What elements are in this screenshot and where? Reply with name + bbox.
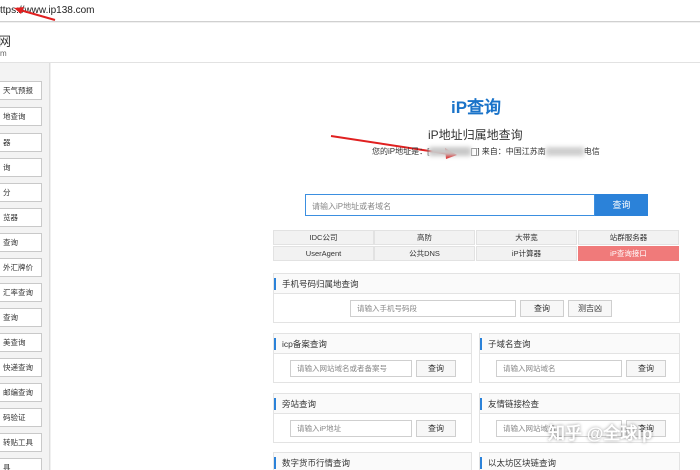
subdomain-panel: 子域名查询 请输入网站域名 查询 <box>479 333 680 383</box>
ip-search-button[interactable]: 查询 <box>595 194 648 216</box>
sidebar-item[interactable]: 览器 <box>0 208 42 227</box>
ip-search-input[interactable]: 请输入iP地址或者域名 <box>305 194 595 216</box>
sidebar-item[interactable]: 邮编查询 <box>0 383 42 402</box>
sidebar-item[interactable]: 查询 <box>0 233 42 252</box>
phone-query-button[interactable]: 查询 <box>520 300 564 317</box>
blurred-location <box>545 147 584 157</box>
icp-query-button[interactable]: 查询 <box>416 360 456 377</box>
sidebar-item[interactable]: 快递查询 <box>0 358 42 377</box>
phone-lookup-panel: 手机号码归属地查询 请输入手机号码段 查询 测吉凶 <box>273 273 680 323</box>
nav-link[interactable]: IDC公司 <box>273 230 374 245</box>
icp-input[interactable]: 请输入网站域名或者备案号 <box>290 360 412 377</box>
address-bar[interactable]: ttps://www.ip138.com <box>0 0 700 22</box>
nav-link[interactable]: 大带宽 <box>476 230 577 245</box>
sidebar-item[interactable]: 查询 <box>0 308 42 327</box>
red-arrow-icon <box>14 7 56 21</box>
panel-title: 手机号码归属地查询 <box>274 274 679 294</box>
side-site-query-button[interactable]: 查询 <box>416 420 456 437</box>
sidebar-item[interactable]: 码验证 <box>0 408 42 427</box>
side-site-panel: 旁站查询 请输入iP地址 查询 <box>273 393 472 443</box>
phone-input[interactable]: 请输入手机号码段 <box>350 300 516 317</box>
nav-grid: IDC公司 高防 大带宽 站群服务器 UserAgent 公共DNS iP计算器… <box>273 230 680 262</box>
panel-title: 旁站查询 <box>274 394 471 414</box>
nav-link[interactable]: iP计算器 <box>476 246 577 261</box>
panel-title: 子域名查询 <box>480 334 679 354</box>
panel-title: 友情链接检查 <box>480 394 679 414</box>
sidebar-item[interactable]: 转贴工具 <box>0 433 42 452</box>
sidebar-item[interactable]: 具 <box>0 458 42 470</box>
nav-link[interactable]: 站群服务器 <box>578 230 679 245</box>
sidebar-item[interactable]: 器 <box>0 133 42 152</box>
sidebar-item[interactable]: 地查询 <box>0 107 42 126</box>
eth-panel: 以太坊区块链查询 <box>479 452 680 470</box>
panel-title: icp备案查询 <box>274 334 471 354</box>
nav-link-active[interactable]: iP查询接口 <box>578 246 679 261</box>
screenshot: ttps://www.ip138.com 网 m 天气预报 地查询 器 询 分 … <box>0 0 700 470</box>
sidebar-item[interactable]: 分 <box>0 183 42 202</box>
panel-title: 以太坊区块链查询 <box>480 453 679 470</box>
site-logo[interactable]: 网 <box>0 31 11 50</box>
side-site-input[interactable]: 请输入iP地址 <box>290 420 412 437</box>
watermark-text: 知乎 @全球ip <box>548 424 653 443</box>
crypto-panel: 数字货币行情查询 <box>273 452 472 470</box>
panel-title: 数字货币行情查询 <box>274 453 471 470</box>
ip-isp-text: 电信 <box>583 147 600 156</box>
icp-panel: icp备案查询 请输入网站域名或者备案号 查询 <box>273 333 472 383</box>
subdomain-input[interactable]: 请输入网站域名 <box>496 360 622 377</box>
nav-link[interactable]: 公共DNS <box>374 246 475 261</box>
site-header: 网 m <box>0 23 700 63</box>
sidebar-item[interactable]: 汇率查询 <box>0 283 42 302</box>
ip-prefix-text: 您的iP地址是：[ <box>372 147 430 156</box>
sidebar-item[interactable]: 天气预报 <box>0 81 42 100</box>
sidebar-item[interactable]: 询 <box>0 158 42 177</box>
ip-info-line: 您的iP地址是：[ ] 来自：中国江苏南 电信 <box>372 146 600 157</box>
sidebar-item[interactable]: 美查询 <box>0 333 42 352</box>
fortune-button[interactable]: 测吉凶 <box>568 300 612 317</box>
sidebar-item[interactable]: 外汇牌价 <box>0 258 42 277</box>
nav-link[interactable]: UserAgent <box>273 246 374 261</box>
brand-title: iP查询 <box>451 98 502 117</box>
sidebar: 天气预报 地查询 器 询 分 览器 查询 外汇牌价 汇率查询 查询 美查询 快递… <box>0 63 50 470</box>
blurred-ip <box>429 147 472 157</box>
subdomain-query-button[interactable]: 查询 <box>626 360 666 377</box>
nav-link[interactable]: 高防 <box>374 230 475 245</box>
site-logo-sub: m <box>0 49 7 58</box>
ip-from-text: ] 来自：中国江苏南 <box>477 147 546 156</box>
main-content: iP查询 iP地址归属地查询 您的iP地址是：[] 来自：中国江苏南 电信 请输入… <box>51 63 700 470</box>
